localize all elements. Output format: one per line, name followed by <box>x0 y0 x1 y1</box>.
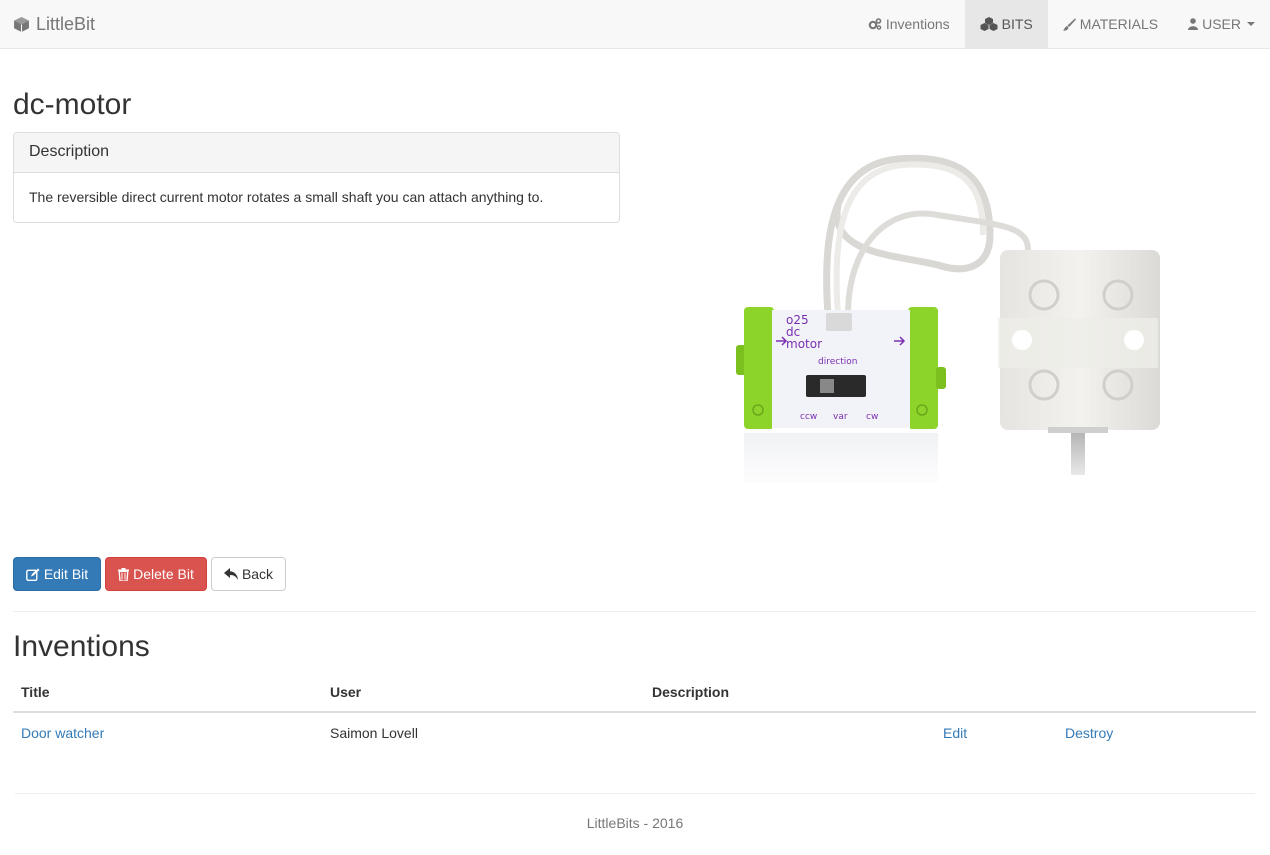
brand-label: LittleBit <box>36 13 96 34</box>
brand-link[interactable]: LittleBit <box>13 0 95 48</box>
footer-text: LittleBits - 2016 <box>586 815 684 831</box>
nav-user-dropdown[interactable]: USER <box>1173 0 1270 48</box>
switch-label-cw: cw <box>866 412 878 422</box>
table-row: Door watcher Saimon Lovell Edit Destroy <box>13 713 1256 751</box>
edit-bit-button[interactable]: Edit Bit <box>13 557 101 591</box>
nav-bits[interactable]: BITS <box>964 0 1048 48</box>
switch-label-var: var <box>833 412 848 422</box>
cube-icon <box>13 16 30 33</box>
destroy-invention-link[interactable]: Destroy <box>1065 715 1113 751</box>
inventions-heading: Inventions <box>13 630 150 663</box>
nav-user-label: USER <box>1202 16 1241 32</box>
nav-materials-label: MATERIALS <box>1079 16 1159 32</box>
description-heading: Description <box>14 133 619 173</box>
back-button[interactable]: Back <box>211 557 286 591</box>
edit-invention-link[interactable]: Edit <box>943 715 967 751</box>
table-header: Title User Description <box>13 674 1256 713</box>
nav-inventions[interactable]: Inventions <box>853 0 965 48</box>
footer-divider <box>15 793 1255 794</box>
delete-bit-button[interactable]: Delete Bit <box>105 557 207 591</box>
user-icon <box>1188 18 1199 30</box>
navbar: LittleBit Inventions BITS MATERIALS USER <box>0 0 1270 49</box>
nav-bits-label: BITS <box>1001 16 1033 32</box>
paint-brush-icon <box>1062 18 1076 31</box>
edit-icon <box>25 568 40 581</box>
cogs-icon <box>868 18 882 30</box>
description-text: The reversible direct current motor rota… <box>29 189 544 205</box>
nav-inventions-label: Inventions <box>885 16 950 32</box>
bit-image: o25 dc motor direction ccw var cw <box>728 145 1168 505</box>
nav-materials[interactable]: MATERIALS <box>1048 0 1173 48</box>
bit-label-line2: motor <box>786 337 822 351</box>
inventions-table: Title User Description Door watcher Saim… <box>13 674 1256 751</box>
reply-icon <box>223 568 238 580</box>
back-label: Back <box>241 566 274 582</box>
switch-title: direction <box>818 357 857 367</box>
column-header-description: Description <box>652 684 730 700</box>
caret-down-icon <box>1247 22 1255 26</box>
delete-bit-label: Delete Bit <box>133 566 194 582</box>
invention-title-link[interactable]: Door watcher <box>21 715 104 751</box>
cubes-icon <box>980 17 998 31</box>
switch-label-ccw: ccw <box>800 412 817 422</box>
trash-icon <box>118 567 130 581</box>
invention-user: Saimon Lovell <box>330 725 418 741</box>
column-header-title: Title <box>21 684 50 700</box>
column-header-user: User <box>330 684 362 700</box>
description-panel: Description The reversible direct curren… <box>13 132 620 223</box>
edit-bit-label: Edit Bit <box>43 566 89 582</box>
divider <box>13 611 1256 612</box>
page-title: dc-motor <box>13 88 132 121</box>
